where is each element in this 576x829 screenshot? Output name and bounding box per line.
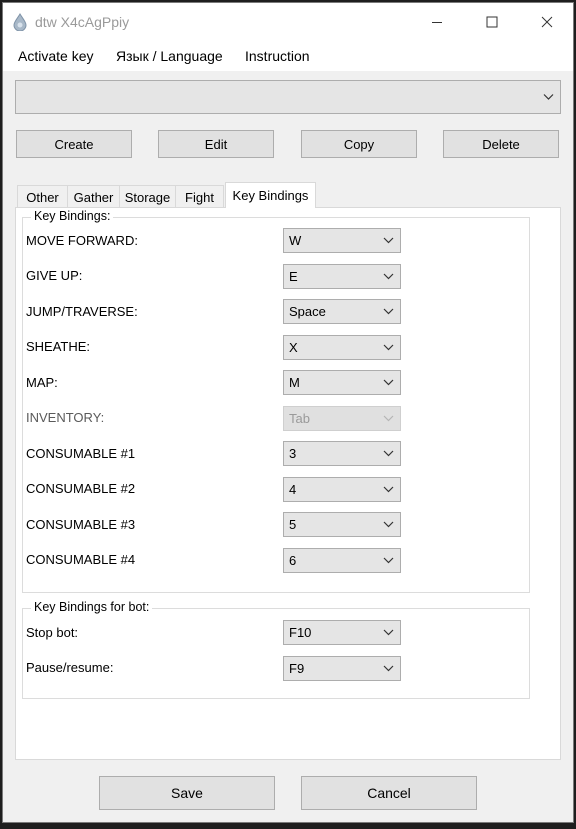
tab-storage[interactable]: Storage — [119, 185, 176, 207]
copy-button[interactable]: Copy — [301, 130, 417, 158]
binding-label-give-up: GIVE UP: — [26, 268, 83, 283]
bot-label-pause-resume: Pause/resume: — [26, 660, 114, 675]
bot-bindings-group: Key Bindings for bot: Stop bot: F10 Paus… — [22, 600, 530, 699]
binding-label-inventory: INVENTORY: — [26, 410, 105, 425]
tab-key-bindings[interactable]: Key Bindings — [225, 182, 316, 208]
cancel-button[interactable]: Cancel — [301, 776, 477, 810]
app-window: dtw X4cAgPpiy Activate key Язык / Langua… — [2, 2, 574, 823]
binding-select-consumable-4[interactable]: 6 — [283, 548, 401, 573]
binding-select-give-up[interactable]: E — [283, 264, 401, 289]
chevron-down-icon — [383, 665, 394, 672]
menu-bar: Activate key Язык / Language Instruction — [3, 41, 573, 71]
save-button[interactable]: Save — [99, 776, 275, 810]
tab-other[interactable]: Other — [17, 185, 68, 207]
maximize-icon — [486, 16, 498, 28]
chevron-down-icon — [383, 450, 394, 457]
binding-label-consumable-3: CONSUMABLE #3 — [26, 517, 136, 532]
binding-select-inventory: Tab — [283, 406, 401, 431]
chevron-down-icon — [383, 557, 394, 564]
bot-bindings-group-title: Key Bindings for bot: — [31, 600, 153, 614]
close-button[interactable] — [523, 3, 571, 41]
binding-label-map: MAP: — [26, 375, 58, 390]
binding-label-consumable-1: CONSUMABLE #1 — [26, 446, 136, 461]
close-icon — [541, 16, 553, 28]
chevron-down-icon — [383, 308, 394, 315]
chevron-down-icon — [383, 415, 394, 422]
delete-button[interactable]: Delete — [443, 130, 559, 158]
binding-select-consumable-2[interactable]: 4 — [283, 477, 401, 502]
minimize-button[interactable] — [413, 3, 461, 41]
binding-select-sheathe[interactable]: X — [283, 335, 401, 360]
chevron-down-icon — [383, 344, 394, 351]
binding-label-consumable-4: CONSUMABLE #4 — [26, 552, 136, 567]
menu-instruction[interactable]: Instruction — [245, 48, 310, 64]
binding-label-sheathe: SHEATHE: — [26, 339, 91, 354]
profile-select[interactable] — [15, 80, 561, 114]
chevron-down-icon — [383, 521, 394, 528]
binding-label-consumable-2: CONSUMABLE #2 — [26, 481, 136, 496]
chevron-down-icon — [383, 629, 394, 636]
app-droplet-icon — [13, 13, 27, 31]
maximize-button[interactable] — [468, 3, 516, 41]
key-bindings-panel: Key Bindings: MOVE FORWARD: W GIVE UP: E… — [15, 207, 561, 760]
binding-select-map[interactable]: M — [283, 370, 401, 395]
bot-label-stop: Stop bot: — [26, 625, 79, 640]
window-title: dtw X4cAgPpiy — [35, 14, 130, 30]
binding-label-move-forward: MOVE FORWARD: — [26, 233, 138, 248]
binding-label-jump-traverse: JUMP/TRAVERSE: — [26, 304, 138, 319]
edit-button[interactable]: Edit — [158, 130, 274, 158]
binding-select-move-forward[interactable]: W — [283, 228, 401, 253]
minimize-icon — [432, 22, 442, 23]
binding-select-consumable-3[interactable]: 5 — [283, 512, 401, 537]
chevron-down-icon — [383, 273, 394, 280]
title-bar[interactable]: dtw X4cAgPpiy — [3, 3, 573, 41]
menu-activate-key[interactable]: Activate key — [18, 48, 93, 64]
binding-select-jump-traverse[interactable]: Space — [283, 299, 401, 324]
key-bindings-group: Key Bindings: MOVE FORWARD: W GIVE UP: E… — [22, 209, 530, 593]
tab-fight[interactable]: Fight — [175, 185, 224, 207]
binding-select-consumable-1[interactable]: 3 — [283, 441, 401, 466]
chevron-down-icon — [383, 379, 394, 386]
bot-select-pause-resume[interactable]: F9 — [283, 656, 401, 681]
create-button[interactable]: Create — [16, 130, 132, 158]
chevron-down-icon — [383, 237, 394, 244]
chevron-down-icon — [383, 486, 394, 493]
bot-select-stop[interactable]: F10 — [283, 620, 401, 645]
menu-language[interactable]: Язык / Language — [116, 48, 223, 64]
key-bindings-group-title: Key Bindings: — [31, 209, 114, 223]
chevron-down-icon — [543, 94, 554, 100]
tab-gather[interactable]: Gather — [67, 185, 120, 207]
